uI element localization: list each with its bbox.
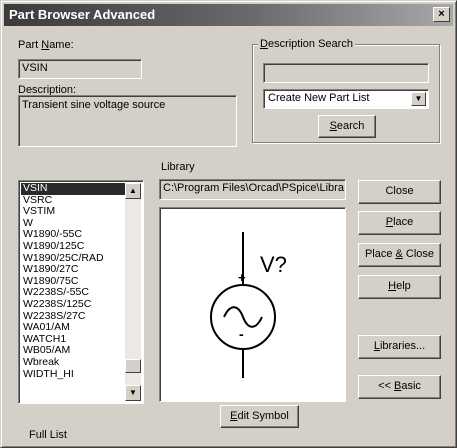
list-item[interactable]: W — [21, 218, 126, 230]
part-list-dropdown-value: Create New Part List — [268, 92, 370, 104]
list-item[interactable]: W2238S/27C — [21, 311, 126, 323]
list-item[interactable]: WATCH1 — [21, 334, 126, 346]
list-item[interactable]: W1890/75C — [21, 276, 126, 288]
scroll-thumb[interactable] — [125, 359, 141, 373]
place-close-button[interactable]: Place & Close — [358, 243, 441, 267]
close-window-icon[interactable]: × — [433, 7, 450, 22]
basic-button[interactable]: << Basic — [358, 375, 441, 399]
scroll-up-icon[interactable]: ▲ — [125, 183, 141, 199]
list-item[interactable]: W1890/27C — [21, 264, 126, 276]
plus-terminal-label: + — [238, 270, 246, 285]
window-title: Part Browser Advanced — [9, 7, 156, 22]
list-item[interactable]: W1890/25C/RAD — [21, 253, 126, 265]
search-button[interactable]: Search — [318, 115, 376, 138]
vsin-symbol: + - V? — [210, 232, 287, 378]
part-browser-window: Part Browser Advanced × Part Name: VSIN … — [0, 0, 457, 448]
description-search-title: Description Search — [258, 38, 355, 50]
part-list-dropdown[interactable]: Create New Part List ▼ — [263, 89, 429, 109]
close-button[interactable]: Close — [358, 180, 441, 204]
libraries-button[interactable]: Libraries... — [358, 335, 441, 359]
parts-listbox[interactable]: VSIN VSRC VSTIM W W1890/-55C W1890/125C W1890/… — [18, 180, 144, 404]
scroll-down-icon[interactable]: ▼ — [125, 385, 141, 401]
list-item[interactable]: VSRC — [21, 195, 126, 207]
list-item[interactable]: WB05/AM — [21, 345, 126, 357]
edit-symbol-button[interactable]: Edit Symbol — [220, 405, 299, 428]
help-button[interactable]: Help — [358, 275, 441, 299]
description-field: Transient sine voltage source — [18, 95, 237, 147]
library-path-field: C:\Program Files\Orcad\PSpice\Libra — [159, 179, 346, 200]
title-bar[interactable]: Part Browser Advanced × — [4, 4, 453, 26]
list-item[interactable]: WIDTH_HI — [21, 369, 126, 381]
parts-list: VSIN VSRC VSTIM W W1890/-55C W1890/125C W1890/… — [21, 183, 126, 380]
list-item[interactable]: WA01/AM — [21, 322, 126, 334]
minus-terminal-label: - — [239, 326, 244, 342]
dropdown-arrow-icon[interactable]: ▼ — [411, 92, 426, 106]
list-item[interactable]: Wbreak — [21, 357, 126, 369]
list-item[interactable]: VSTIM — [21, 206, 126, 218]
part-name-field[interactable]: VSIN — [18, 59, 142, 79]
list-item[interactable]: W2238S/125C — [21, 299, 126, 311]
list-item[interactable]: VSIN — [21, 183, 126, 195]
symbol-preview: + - V? — [159, 207, 346, 402]
place-button[interactable]: Place — [358, 211, 441, 235]
reference-designator: V? — [260, 252, 287, 277]
library-label: Library — [161, 161, 195, 173]
description-search-input[interactable] — [263, 63, 429, 83]
status-text: Full List — [29, 429, 67, 441]
list-item[interactable]: W1890/-55C — [21, 229, 126, 241]
parts-list-scrollbar[interactable]: ▲ ▼ — [125, 183, 141, 401]
part-name-label: Part Name: — [18, 39, 74, 51]
list-item[interactable]: W1890/125C — [21, 241, 126, 253]
list-item[interactable]: W2238S/-55C — [21, 287, 126, 299]
